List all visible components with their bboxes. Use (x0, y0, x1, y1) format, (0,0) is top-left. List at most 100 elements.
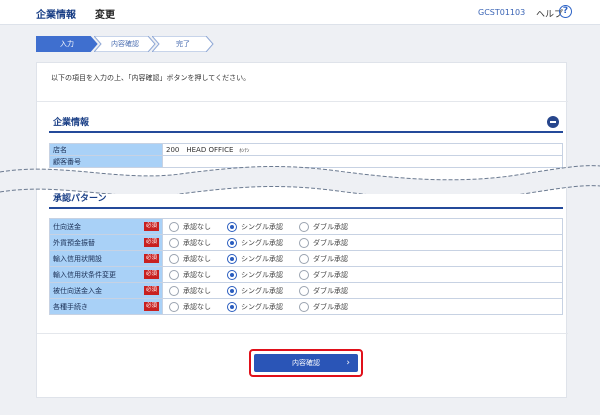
radio-label: シングル承認 (241, 303, 283, 311)
screen-id: GCST01103 (478, 8, 526, 17)
radio-label: 承認なし (183, 303, 211, 311)
approval-label-text: 仕向送金 (53, 222, 81, 231)
radio-single[interactable]: シングル承認 (227, 222, 283, 232)
required-badge: 必須 (143, 254, 159, 263)
step-complete: 完了 (152, 36, 214, 52)
radio-label: シングル承認 (241, 287, 283, 295)
radio-none[interactable]: 承認なし (169, 254, 211, 264)
step-label: 入力 (60, 40, 74, 48)
radio-circle[interactable] (227, 238, 237, 248)
radio-single[interactable]: シングル承認 (227, 270, 283, 280)
table-row: 外貨預金振替 必須 承認なし シングル承認 ダブル承認 (49, 234, 563, 251)
radio-circle[interactable] (227, 222, 237, 232)
radio-none[interactable]: 承認なし (169, 238, 211, 248)
radio-label: 承認なし (183, 287, 211, 295)
radio-circle[interactable] (227, 302, 237, 312)
approval-options: 承認なし シングル承認 ダブル承認 (162, 298, 563, 315)
approval-label-text: 外貨預金振替 (53, 238, 95, 247)
radio-label: ダブル承認 (313, 239, 348, 247)
required-badge: 必須 (143, 270, 159, 279)
radio-none[interactable]: 承認なし (169, 222, 211, 232)
table-row: 店名 200 HEAD OFFICE ﾎﾝﾃﾝ (49, 143, 563, 156)
radio-label: ダブル承認 (313, 271, 348, 279)
page-break-wave (0, 165, 600, 194)
field-value: 200 HEAD OFFICE ﾎﾝﾃﾝ (162, 143, 563, 156)
radio-circle[interactable] (299, 254, 309, 264)
page-title: 企業情報 (36, 10, 76, 21)
approval-label: 被仕向送金入金 必須 (49, 282, 163, 299)
required-badge: 必須 (143, 238, 159, 247)
approval-options: 承認なし シングル承認 ダブル承認 (162, 218, 563, 235)
radio-label: シングル承認 (241, 271, 283, 279)
chevron-right-icon: › (346, 358, 350, 368)
approval-label: 各種手続き 必須 (49, 298, 163, 315)
step-label: 完了 (176, 40, 190, 48)
table-row: 被仕向送金入金 必須 承認なし シングル承認 ダブル承認 (49, 282, 563, 299)
radio-circle[interactable] (169, 286, 179, 296)
approval-table: 仕向送金 必須 承認なし シングル承認 ダブル承認 外貨預金振替 必須 承認なし シ… (49, 218, 563, 315)
help-icon[interactable]: ? (559, 5, 572, 18)
radio-single[interactable]: シングル承認 (227, 238, 283, 248)
divider (37, 333, 568, 334)
approval-options: 承認なし シングル承認 ダブル承認 (162, 250, 563, 267)
collapse-icon[interactable] (547, 116, 559, 128)
radio-double[interactable]: ダブル承認 (299, 238, 348, 248)
radio-single[interactable]: シングル承認 (227, 254, 283, 264)
radio-label: シングル承認 (241, 255, 283, 263)
radio-double[interactable]: ダブル承認 (299, 302, 348, 312)
radio-none[interactable]: 承認なし (169, 286, 211, 296)
radio-circle[interactable] (299, 238, 309, 248)
radio-circle[interactable] (169, 222, 179, 232)
radio-circle[interactable] (227, 270, 237, 280)
radio-double[interactable]: ダブル承認 (299, 286, 348, 296)
radio-label: ダブル承認 (313, 255, 348, 263)
required-badge: 必須 (143, 286, 159, 295)
confirm-button-label: 内容確認 (292, 359, 320, 367)
radio-circle[interactable] (169, 254, 179, 264)
step-input: 入力 (36, 36, 98, 52)
approval-label-text: 被仕向送金入金 (53, 286, 102, 295)
radio-circle[interactable] (299, 286, 309, 296)
radio-double[interactable]: ダブル承認 (299, 222, 348, 232)
table-row: 輸入信用状条件変更 必須 承認なし シングル承認 ダブル承認 (49, 266, 563, 283)
approval-options: 承認なし シングル承認 ダブル承認 (162, 234, 563, 251)
radio-label: ダブル承認 (313, 303, 348, 311)
radio-single[interactable]: シングル承認 (227, 286, 283, 296)
step-label: 内容確認 (111, 40, 139, 48)
confirm-button-highlight: 内容確認 › (249, 349, 363, 377)
radio-circle[interactable] (169, 270, 179, 280)
radio-label: 承認なし (183, 223, 211, 231)
radio-single[interactable]: シングル承認 (227, 302, 283, 312)
approval-label-text: 各種手続き (53, 302, 88, 311)
approval-label: 外貨預金振替 必須 (49, 234, 163, 251)
radio-double[interactable]: ダブル承認 (299, 254, 348, 264)
branch-name: 200 HEAD OFFICE (166, 145, 234, 154)
radio-none[interactable]: 承認なし (169, 270, 211, 280)
radio-none[interactable]: 承認なし (169, 302, 211, 312)
radio-circle[interactable] (299, 222, 309, 232)
radio-circle[interactable] (169, 238, 179, 248)
confirm-button[interactable]: 内容確認 › (254, 354, 358, 372)
required-badge: 必須 (143, 222, 159, 231)
radio-label: ダブル承認 (313, 223, 348, 231)
radio-circle[interactable] (227, 286, 237, 296)
table-row: 各種手続き 必須 承認なし シングル承認 ダブル承認 (49, 298, 563, 315)
field-label: 店名 (49, 143, 163, 156)
main-panel: 以下の項目を入力の上、「内容確認」ボタンを押してください。 企業情報 店名 20… (36, 62, 568, 398)
branch-kana: ﾎﾝﾃﾝ (239, 147, 250, 154)
approval-label: 輸入信用状開設 必須 (49, 250, 163, 267)
approval-options: 承認なし シングル承認 ダブル承認 (162, 282, 563, 299)
radio-circle[interactable] (299, 302, 309, 312)
radio-circle[interactable] (299, 270, 309, 280)
table-row: 輸入信用状開設 必須 承認なし シングル承認 ダブル承認 (49, 250, 563, 267)
radio-double[interactable]: ダブル承認 (299, 270, 348, 280)
radio-circle[interactable] (227, 254, 237, 264)
radio-circle[interactable] (169, 302, 179, 312)
radio-label: シングル承認 (241, 239, 283, 247)
top-bar: 企業情報 変更 GCST01103 ヘルプ ? (0, 0, 600, 25)
instruction-text: 以下の項目を入力の上、「内容確認」ボタンを押してください。 (51, 74, 251, 82)
radio-label: 承認なし (183, 271, 211, 279)
radio-label: ダブル承認 (313, 287, 348, 295)
step-confirm: 内容確認 (94, 36, 156, 52)
approval-label-text: 輸入信用状条件変更 (53, 270, 116, 279)
